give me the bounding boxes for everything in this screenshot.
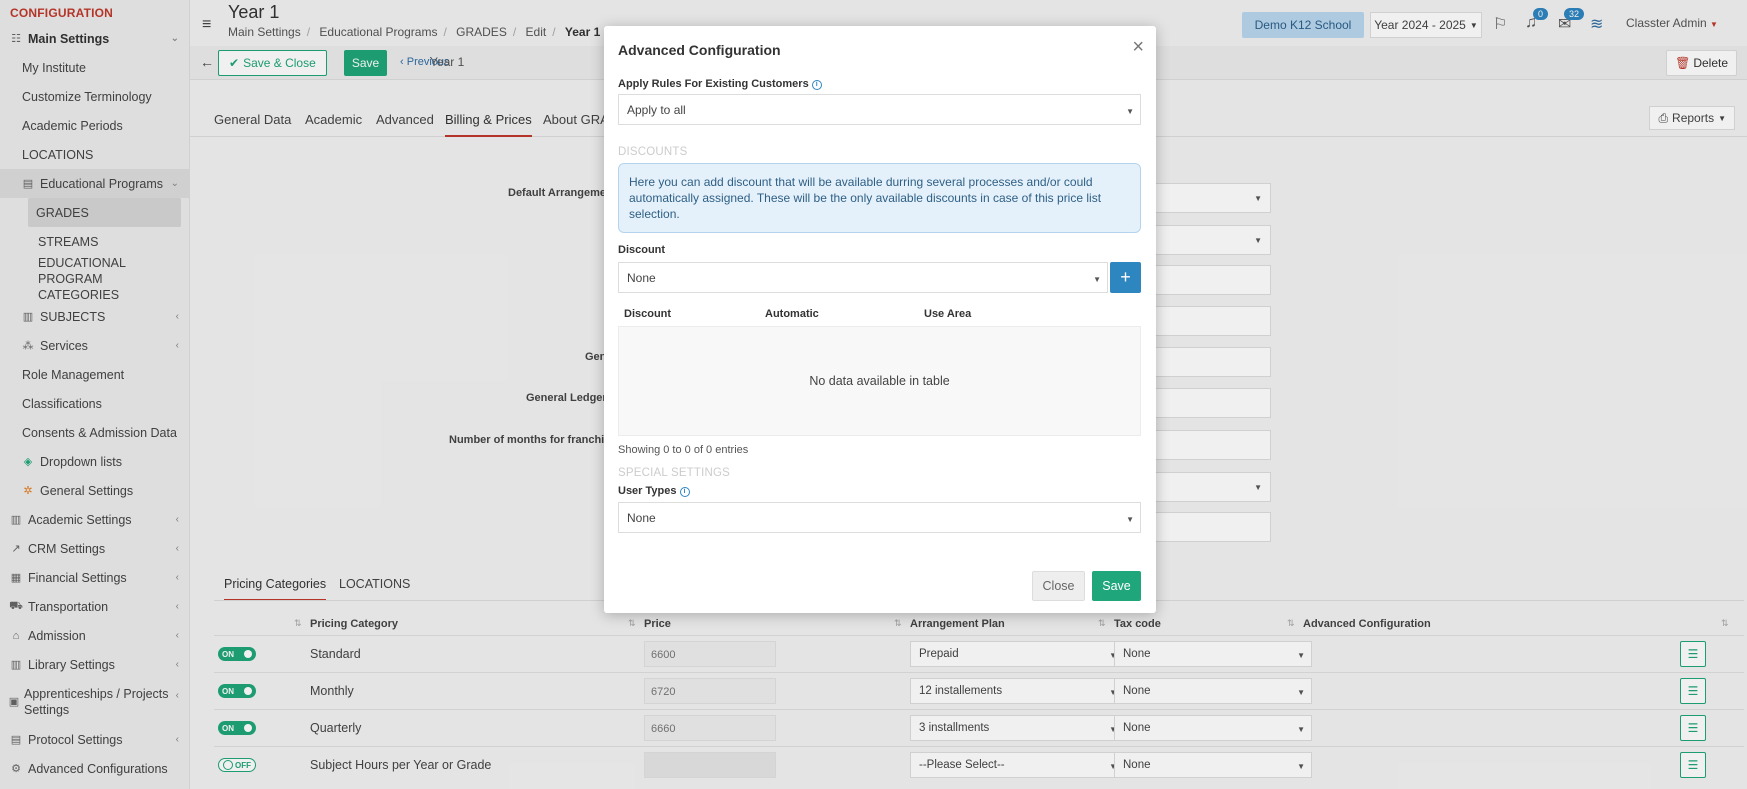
select-value: Apply to all: [627, 103, 686, 117]
table-entries-info: Showing 0 to 0 of 0 entries: [618, 444, 749, 456]
caret-down-icon: ▼: [1126, 515, 1134, 524]
discounts-section-title: DISCOUNTS: [618, 146, 688, 158]
advanced-configuration-modal: Advanced Configuration × Apply Rules For…: [604, 26, 1156, 613]
caret-down-icon: ▼: [1093, 275, 1101, 284]
user-types-select[interactable]: None ▼: [618, 502, 1141, 533]
discount-label: Discount: [618, 244, 666, 256]
plus-icon: +: [1120, 267, 1131, 287]
modal-title: Advanced Configuration: [618, 42, 781, 58]
select-value: None: [627, 271, 656, 285]
column-header[interactable]: Use Area: [924, 308, 971, 320]
column-header[interactable]: Automatic: [765, 308, 819, 320]
close-icon[interactable]: ×: [1132, 36, 1144, 59]
info-icon: i: [679, 486, 690, 497]
discount-select[interactable]: None ▼: [618, 262, 1108, 293]
apply-rules-label: Apply Rules For Existing Customers i: [618, 78, 822, 90]
info-icon: i: [811, 79, 822, 90]
column-header[interactable]: Discount: [624, 308, 671, 320]
user-types-label: User Types i: [618, 485, 690, 497]
caret-down-icon: ▼: [1126, 107, 1134, 116]
special-settings-section-title: SPECIAL SETTINGS: [618, 467, 731, 479]
close-button[interactable]: Close: [1032, 571, 1085, 601]
user-types-label-text: User Types: [618, 485, 677, 497]
discounts-table-empty: No data available in table: [618, 326, 1141, 436]
add-discount-button[interactable]: +: [1110, 262, 1141, 293]
apply-rules-select[interactable]: Apply to all ▼: [618, 94, 1141, 125]
select-value: None: [627, 511, 656, 525]
modal-save-button[interactable]: Save: [1092, 571, 1141, 601]
apply-rules-label-text: Apply Rules For Existing Customers: [618, 78, 809, 90]
discount-info-box: Here you can add discount that will be a…: [618, 163, 1141, 233]
